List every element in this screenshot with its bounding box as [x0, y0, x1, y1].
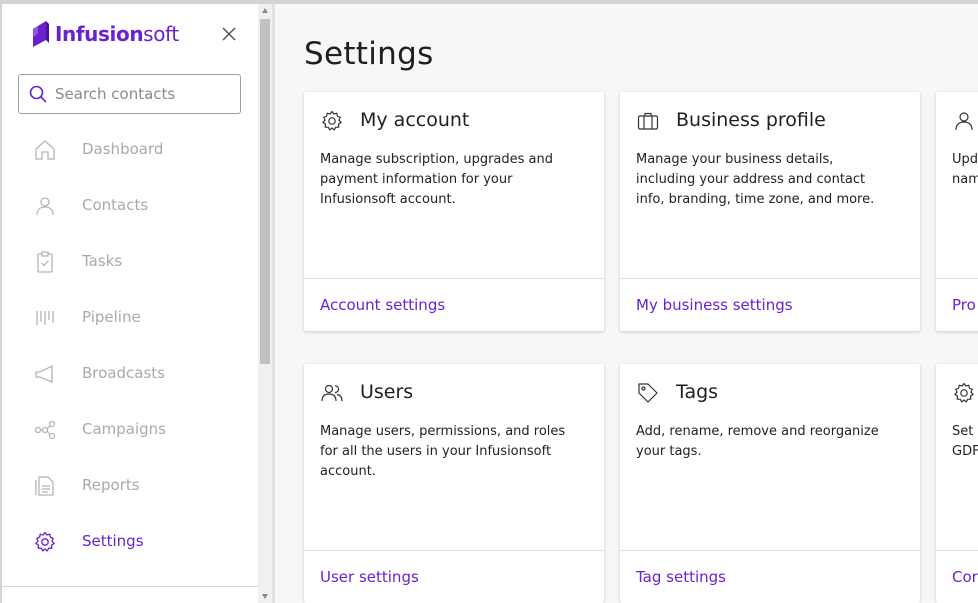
infusionsoft-logo-icon: [33, 21, 49, 47]
sidebar-nav: Dashboard Contacts Tasks Pipeline Broadc…: [2, 122, 258, 570]
campaigns-icon: [34, 420, 56, 440]
main-content: Settings My account Manage subscription,…: [275, 4, 978, 603]
card-title: My account: [360, 109, 470, 131]
card-tags: Tags Add, rename, remove and reorganize …: [620, 364, 920, 603]
sidebar-item-tasks[interactable]: Tasks: [2, 234, 258, 290]
briefcase-icon: [637, 112, 659, 130]
sidebar-item-label: Broadcasts: [82, 364, 165, 382]
compliance-settings-link[interactable]: Cor: [952, 568, 978, 586]
gear-icon: [954, 382, 974, 403]
search-input[interactable]: [55, 85, 235, 103]
scrollbar-thumb[interactable]: [260, 19, 270, 364]
page-title: Settings: [304, 36, 434, 72]
search-icon: [29, 85, 47, 103]
card-business-profile: Business profile Manage your business de…: [620, 92, 920, 331]
sidebar-item-pipeline[interactable]: Pipeline: [2, 290, 258, 346]
tag-settings-link[interactable]: Tag settings: [636, 568, 726, 586]
card-title: Users: [360, 381, 414, 403]
card-description: Manage users, permissions, and roles for…: [320, 424, 566, 479]
sidebar-item-label: Pipeline: [82, 308, 141, 326]
pipeline-icon: [36, 311, 54, 325]
my-business-settings-link[interactable]: My business settings: [636, 296, 793, 314]
person-icon: [955, 112, 973, 131]
card-profile-partial: Upd nam Pro: [936, 92, 978, 331]
card-divider: [304, 550, 604, 551]
sidebar-item-contacts[interactable]: Contacts: [2, 178, 258, 234]
tag-icon: [638, 383, 658, 403]
users-icon: [321, 384, 343, 402]
card-title: Tags: [676, 381, 719, 403]
home-icon: [35, 140, 55, 160]
close-icon: [222, 27, 236, 41]
sidebar-item-label: Dashboard: [82, 140, 164, 158]
sidebar-item-label: Tasks: [82, 252, 123, 270]
card-description: Upd nam: [952, 152, 978, 187]
report-icon: [35, 476, 54, 496]
sidebar-item-label: Settings: [82, 532, 144, 550]
card-users: Users Manage users, permissions, and rol…: [304, 364, 604, 603]
close-sidebar-button[interactable]: [220, 25, 238, 43]
sidebar-item-label: Reports: [82, 476, 140, 494]
card-compliance-partial: Set GDF Cor: [936, 364, 978, 603]
app-window: Infusionsoft Dashboard: [0, 0, 978, 603]
card-divider: [620, 550, 920, 551]
sidebar-item-label: Contacts: [82, 196, 149, 214]
scroll-up-arrow-icon[interactable]: [261, 7, 269, 15]
card-divider: [936, 550, 978, 551]
card-my-account: My account Manage subscription, upgrades…: [304, 92, 604, 331]
sidebar-item-reports[interactable]: Reports: [2, 458, 258, 514]
scroll-down-arrow-icon[interactable]: [261, 592, 269, 600]
card-description: Manage subscription, upgrades and paymen…: [320, 152, 553, 207]
account-settings-link[interactable]: Account settings: [320, 296, 445, 314]
sidebar-item-campaigns[interactable]: Campaigns: [2, 402, 258, 458]
clipboard-check-icon: [37, 251, 53, 273]
card-description: Set GDF: [952, 424, 978, 459]
sidebar-item-broadcasts[interactable]: Broadcasts: [2, 346, 258, 402]
brand-logo[interactable]: Infusionsoft: [32, 19, 179, 49]
card-divider: [304, 278, 604, 279]
search-box[interactable]: [18, 74, 241, 114]
brand-name: Infusionsoft: [55, 22, 179, 46]
card-description: Manage your business details, including …: [636, 152, 875, 207]
gear-icon: [322, 110, 342, 131]
card-divider: [936, 278, 978, 279]
sidebar-item-dashboard[interactable]: Dashboard: [2, 122, 258, 178]
sidebar-item-label: Campaigns: [82, 420, 167, 438]
megaphone-icon: [35, 364, 53, 383]
user-settings-link[interactable]: User settings: [320, 568, 419, 586]
person-icon: [36, 197, 54, 216]
profile-settings-link[interactable]: Pro: [952, 296, 976, 314]
sidebar-item-settings[interactable]: Settings: [2, 514, 258, 570]
card-description: Add, rename, remove and reorganize your …: [636, 424, 879, 459]
gear-icon: [35, 531, 55, 552]
card-divider: [620, 278, 920, 279]
sidebar: Infusionsoft Dashboard: [2, 4, 258, 603]
card-title: Business profile: [676, 109, 826, 131]
sidebar-scrollbar[interactable]: [258, 4, 272, 603]
sidebar-divider: [2, 586, 258, 587]
